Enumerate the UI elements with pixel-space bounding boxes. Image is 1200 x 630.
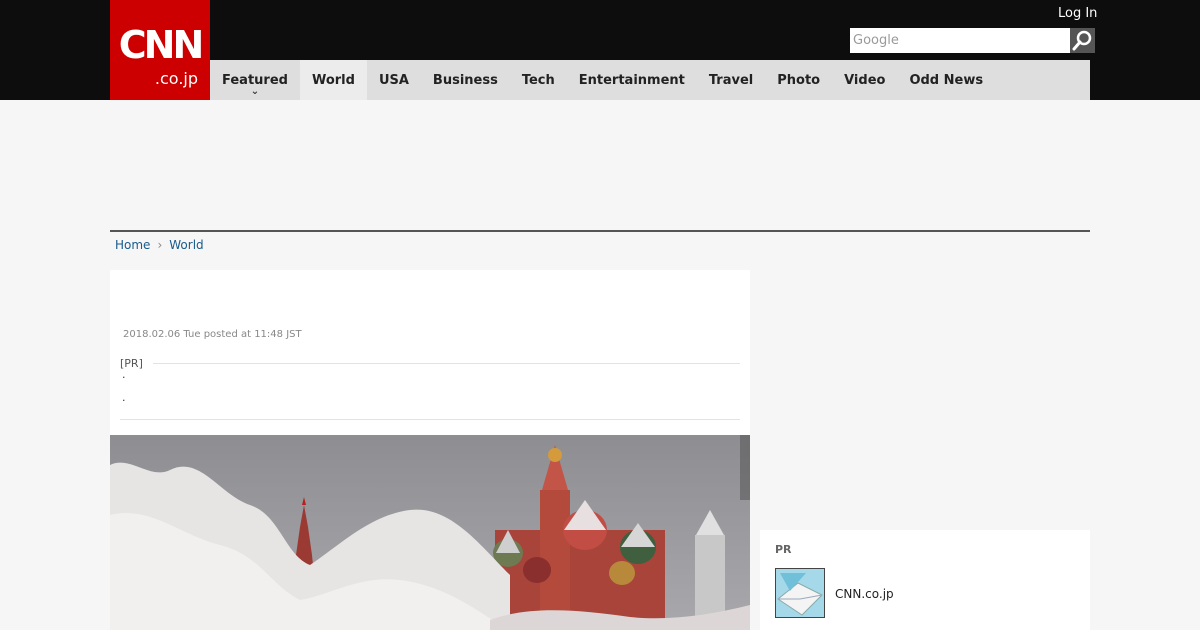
nav-label: Odd News	[909, 72, 984, 88]
nav-odd-news[interactable]: Odd News	[897, 60, 995, 100]
nav-travel[interactable]: Travel	[697, 60, 765, 100]
login-link[interactable]: Log In	[1058, 6, 1097, 21]
pr-item[interactable]: ·	[122, 371, 126, 384]
divider	[120, 419, 740, 420]
nav-entertainment[interactable]: Entertainment	[567, 60, 697, 100]
chevron-down-icon: ⌄	[250, 86, 260, 97]
search-input[interactable]	[850, 28, 1070, 53]
logo-wordmark: CNN	[118, 23, 205, 67]
nav-label: Business	[432, 72, 498, 88]
divider	[153, 363, 740, 364]
nav-video[interactable]: Video	[832, 60, 897, 100]
nav-label: Tech	[521, 72, 555, 88]
search-button[interactable]	[1070, 28, 1095, 53]
nav-tech[interactable]: Tech	[510, 60, 567, 100]
nav-usa[interactable]: USA	[367, 60, 421, 100]
sidebar-link[interactable]: CNN.co.jp	[835, 587, 894, 601]
nav-label: Travel	[708, 72, 754, 88]
nav-business[interactable]: Business	[421, 60, 510, 100]
sidebar-pr-title: PR	[775, 543, 792, 556]
nav-label: Photo	[777, 72, 821, 88]
search-icon	[1072, 30, 1092, 51]
sidebar-thumbnail[interactable]	[775, 568, 825, 618]
article-card: 2018.02.06 Tue posted at 11:48 JST [PR] …	[110, 270, 750, 630]
breadcrumb-world[interactable]: World	[169, 238, 203, 252]
nav-label: USA	[378, 72, 409, 88]
article-dateline: 2018.02.06 Tue posted at 11:48 JST	[123, 329, 302, 340]
breadcrumb: Home › World	[115, 238, 204, 252]
site-logo[interactable]: CNN .co.jp	[110, 0, 210, 100]
breadcrumb-home[interactable]: Home	[115, 238, 150, 252]
article-photo	[110, 435, 750, 630]
divider	[110, 230, 1090, 232]
logo-domain: .co.jp	[154, 69, 198, 88]
nav-photo[interactable]: Photo	[765, 60, 832, 100]
main-nav: Featured ⌄ World USA Business Tech Enter…	[210, 60, 1090, 100]
sidebar-pr-box: PR CNN.co.jp	[760, 530, 1090, 630]
chevron-right-icon: ›	[157, 238, 163, 252]
nav-featured[interactable]: Featured ⌄	[210, 60, 300, 100]
nav-label: Entertainment	[578, 72, 685, 88]
top-bar: CNN .co.jp Log In Featured ⌄ World USA B…	[0, 0, 1200, 100]
nav-label: Video	[844, 72, 886, 88]
nav-label: World	[311, 72, 355, 88]
pr-item[interactable]: ·	[122, 394, 126, 407]
pr-label: [PR]	[120, 357, 143, 370]
envelope-icon	[776, 569, 824, 617]
nav-world[interactable]: World	[299, 60, 367, 100]
ad-banner-area	[110, 100, 1090, 230]
